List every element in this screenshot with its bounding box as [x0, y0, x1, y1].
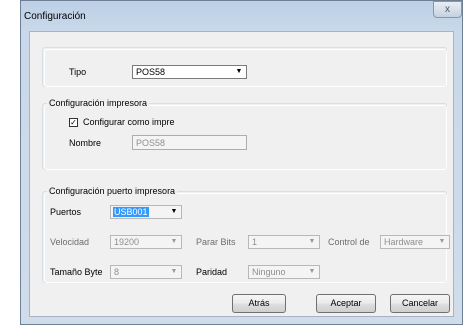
puertos-label: Puertos [50, 207, 82, 217]
window-title: Configuración [24, 11, 86, 22]
chevron-down-icon: ▼ [308, 268, 316, 275]
chevron-down-icon: ▼ [235, 68, 243, 75]
tamano-byte-label: Tamaño Byte [50, 267, 103, 277]
control-value: Hardware [384, 237, 424, 247]
tipo-label: Tipo [69, 67, 87, 77]
chevron-down-icon: ▼ [438, 238, 446, 245]
config-dialog: Configuración x Tipo POS58 ▼ Configuraci… [20, 0, 463, 325]
velocidad-value: 19200 [114, 237, 140, 247]
velocidad-label: Velocidad [50, 237, 90, 247]
puertos-dropdown[interactable]: USB001 ▼ [110, 205, 182, 219]
cancelar-button[interactable]: Cancelar [390, 294, 450, 313]
dialog-body: Tipo POS58 ▼ Configuración impresora ✓ C… [29, 31, 454, 317]
chevron-down-icon: ▼ [170, 238, 178, 245]
title-bar[interactable]: Configuración x [21, 1, 462, 31]
printer-config-legend: Configuración impresora [47, 98, 150, 108]
velocidad-dropdown[interactable]: 19200 ▼ [110, 235, 182, 249]
parar-bits-value: 1 [252, 237, 258, 247]
parar-bits-dropdown[interactable]: 1 ▼ [248, 235, 320, 249]
aceptar-button[interactable]: Aceptar [316, 294, 376, 313]
close-icon: x [445, 4, 450, 15]
nombre-value: POS58 [136, 138, 166, 148]
tamano-byte-dropdown[interactable]: 8 ▼ [110, 265, 182, 279]
tamano-byte-value: 8 [114, 267, 120, 277]
checkmark-icon: ✓ [70, 118, 77, 127]
nombre-field[interactable]: POS58 [132, 135, 247, 150]
tipo-value: POS58 [136, 67, 166, 77]
puertos-value: USB001 [113, 207, 149, 217]
paridad-value: Ninguno [252, 267, 286, 277]
paridad-dropdown[interactable]: Ninguno ▼ [248, 265, 320, 279]
configure-as-printer-checkbox[interactable]: ✓ [69, 118, 78, 127]
nombre-label: Nombre [69, 138, 102, 148]
chevron-down-icon: ▼ [170, 208, 178, 215]
chevron-down-icon: ▼ [170, 268, 178, 275]
port-config-legend: Configuración puerto impresora [47, 186, 178, 196]
parar-bits-label: Parar Bits [196, 237, 236, 247]
control-label: Control de [328, 237, 370, 247]
atras-button[interactable]: Atrás [232, 294, 286, 313]
chevron-down-icon: ▼ [308, 238, 316, 245]
paridad-label: Paridad [196, 267, 228, 277]
close-button[interactable]: x [433, 1, 462, 18]
control-dropdown[interactable]: Hardware ▼ [380, 235, 450, 249]
configure-as-printer-label[interactable]: Configurar como impre [83, 117, 175, 127]
tipo-dropdown[interactable]: POS58 ▼ [132, 65, 247, 79]
